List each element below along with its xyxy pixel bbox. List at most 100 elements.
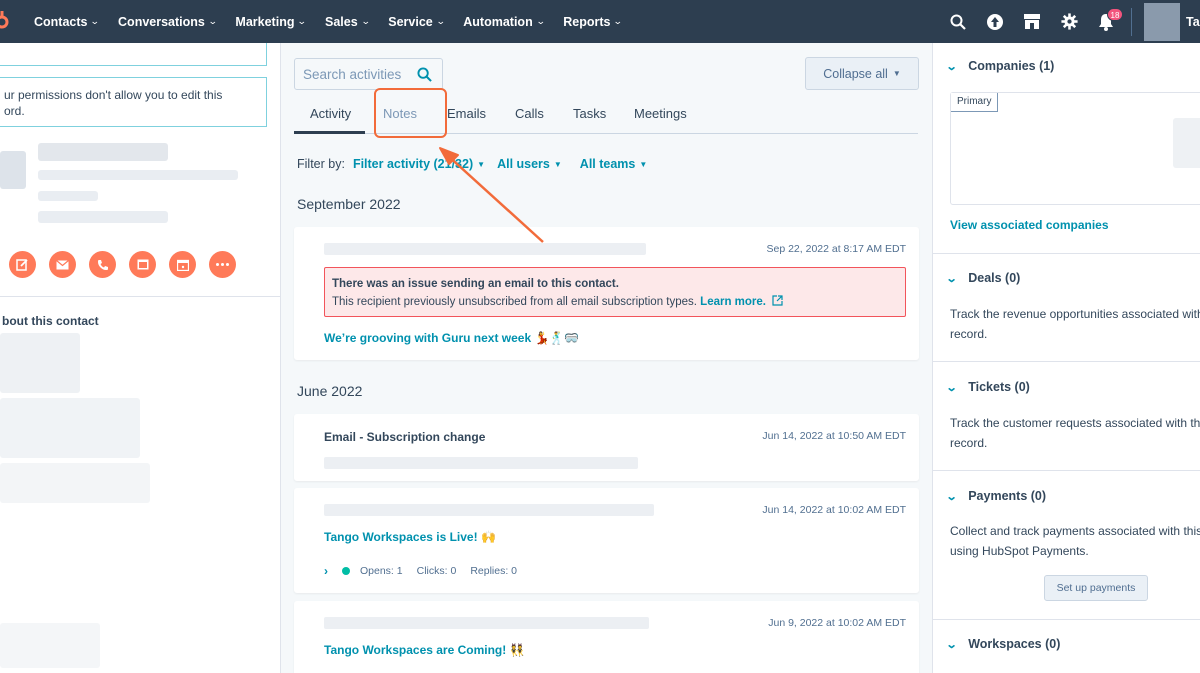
meeting-icon[interactable] (169, 251, 196, 278)
external-link-icon[interactable] (772, 295, 783, 306)
nav-item-conversations[interactable]: Conversations ⌄ (118, 14, 218, 29)
divider (0, 296, 280, 297)
nav-label: Conversations (118, 14, 205, 29)
note-icon[interactable] (9, 251, 36, 278)
contact-detail-blurred (38, 191, 98, 201)
nav-item-marketing[interactable]: Marketing ⌄ (235, 15, 308, 29)
nav-item-reports[interactable]: Reports ⌄ (563, 14, 623, 29)
nav-item-sales[interactable]: Sales ⌄ (325, 14, 370, 29)
hubspot-logo-icon[interactable] (0, 11, 12, 31)
filter-teams-dropdown[interactable]: All teams ▼ (580, 157, 648, 171)
companies-section-header[interactable]: ⌄ Companies (1) (945, 59, 1055, 73)
permission-text: ur permissions don't allow you to edit t… (4, 88, 223, 102)
activity-title: Email - Subscription change (324, 430, 486, 444)
replies-count: Replies: 0 (470, 565, 518, 577)
divider (933, 253, 1200, 254)
tab-tasks[interactable]: Tasks (573, 106, 606, 121)
learn-more-link[interactable]: Learn more. (700, 296, 766, 308)
chevron-down-icon: ⌄ (90, 16, 101, 26)
divider (933, 361, 1200, 362)
email-icon[interactable] (49, 251, 76, 278)
payments-section-header[interactable]: ⌄ Payments (0) (946, 489, 1046, 503)
filter-users-label: All users (497, 157, 550, 171)
nav-item-contacts[interactable]: Contacts ⌄ (34, 15, 101, 29)
caret-down-icon: ▼ (553, 159, 562, 169)
email-subject-link[interactable]: We’re grooving with Guru next week 💃🕺🥽 (324, 331, 579, 345)
tab-emails[interactable]: Emails (447, 106, 486, 121)
activity-card[interactable]: Email - Subscription change Jun 14, 2022… (294, 414, 919, 481)
task-icon[interactable] (129, 251, 156, 278)
card-header-blurred (324, 504, 654, 516)
nav-label: Automation (463, 14, 533, 29)
view-associated-companies-link[interactable]: View associated companies (950, 218, 1109, 232)
company-card[interactable]: Primary (950, 92, 1200, 205)
search-input[interactable] (303, 66, 413, 82)
section-title: Workspaces (0) (968, 637, 1061, 651)
activity-card[interactable]: Sep 22, 2022 at 8:17 AM EDT There was an… (294, 227, 919, 360)
nav-label: Sales (325, 14, 358, 29)
contact-email-blurred (38, 211, 168, 223)
email-subject-link[interactable]: Tango Workspaces are Coming! 👯 (324, 643, 525, 657)
tab-meetings[interactable]: Meetings (634, 106, 687, 121)
divider (933, 619, 1200, 620)
property-blurred (0, 463, 150, 503)
activity-detail-blurred (324, 457, 638, 469)
chevron-down-icon: ⌄ (945, 272, 958, 285)
tickets-description: record. (950, 436, 988, 450)
marketplace-icon[interactable] (1020, 10, 1044, 34)
search-icon[interactable] (946, 10, 970, 34)
payments-description: Collect and track payments associated wi… (950, 524, 1200, 538)
activity-timestamp: Jun 14, 2022 at 10:50 AM EDT (762, 430, 906, 442)
tickets-section-header[interactable]: ⌄ Tickets (0) (945, 380, 1030, 394)
collapse-all-label: Collapse all (823, 66, 888, 81)
nav-label: Reports (563, 14, 611, 29)
activity-timestamp: Sep 22, 2022 at 8:17 AM EDT (766, 243, 906, 255)
email-subject-link[interactable]: Tango Workspaces is Live! 🙌 (324, 530, 496, 544)
chevron-right-icon[interactable]: › (324, 564, 328, 578)
alert-title: There was an issue sending an email to t… (332, 278, 619, 290)
deals-section-header[interactable]: ⌄ Deals (0) (945, 271, 1021, 285)
search-activities-field[interactable] (294, 58, 443, 90)
activity-card[interactable]: Jun 9, 2022 at 10:02 AM EDT Tango Worksp… (294, 601, 919, 673)
chevron-down-icon: ⌄ (945, 60, 958, 73)
activity-card[interactable]: Jun 14, 2022 at 10:02 AM EDT Tango Works… (294, 488, 919, 593)
activity-tabs: Activity Notes Emails Calls Tasks Meetin… (294, 88, 918, 138)
nav-divider (1131, 7, 1132, 36)
account-name[interactable]: Ta (1186, 15, 1200, 29)
deals-description: record. (950, 327, 988, 341)
company-logo-blurred (1173, 118, 1200, 168)
nav-item-service[interactable]: Service ⌄ (388, 15, 446, 29)
call-icon[interactable] (89, 251, 116, 278)
about-contact-title[interactable]: bout this contact (2, 314, 99, 328)
permission-notice: ur permissions don't allow you to edit t… (0, 77, 267, 127)
workspaces-section-header[interactable]: ⌄ Workspaces (0) (946, 637, 1061, 651)
permission-text: ord. (4, 104, 25, 118)
filter-activity-dropdown[interactable]: Filter activity (21/32) ▼ (353, 157, 485, 171)
upgrade-icon[interactable] (983, 10, 1007, 34)
tab-calls[interactable]: Calls (515, 106, 544, 121)
tickets-description: Track the customer requests associated w… (950, 416, 1200, 430)
avatar[interactable] (1144, 2, 1180, 41)
caret-down-icon: ▼ (639, 159, 648, 169)
filter-bar: Filter by: Filter activity (21/32) ▼ All … (297, 157, 647, 171)
more-icon[interactable] (209, 251, 236, 278)
collapse-all-button[interactable]: Collapse all ▼ (805, 57, 919, 90)
section-title: Tickets (0) (968, 380, 1030, 394)
associations-sidebar: ⌄ Companies (1) Primary View associated … (932, 43, 1200, 673)
contact-actions (9, 251, 236, 278)
alert-body: This recipient previously unsubscribed f… (332, 296, 697, 308)
chevron-down-icon: ⌄ (207, 16, 218, 26)
filter-label: Filter by: (297, 157, 345, 171)
settings-icon[interactable] (1057, 10, 1081, 34)
caret-down-icon: ▼ (892, 69, 901, 78)
chevron-down-icon: ⌄ (945, 381, 958, 394)
tab-activity[interactable]: Activity (310, 106, 351, 121)
chevron-down-icon: ⌄ (297, 16, 308, 26)
chevron-down-icon: ⌄ (535, 16, 546, 26)
set-up-payments-button[interactable]: Set up payments (1044, 575, 1148, 601)
notifications-icon[interactable]: 18 (1094, 7, 1123, 34)
nav-item-automation[interactable]: Automation ⌄ (463, 14, 546, 29)
chevron-down-icon: ⌄ (435, 16, 446, 26)
filter-users-dropdown[interactable]: All users ▼ (497, 157, 562, 171)
search-icon[interactable] (417, 67, 432, 82)
